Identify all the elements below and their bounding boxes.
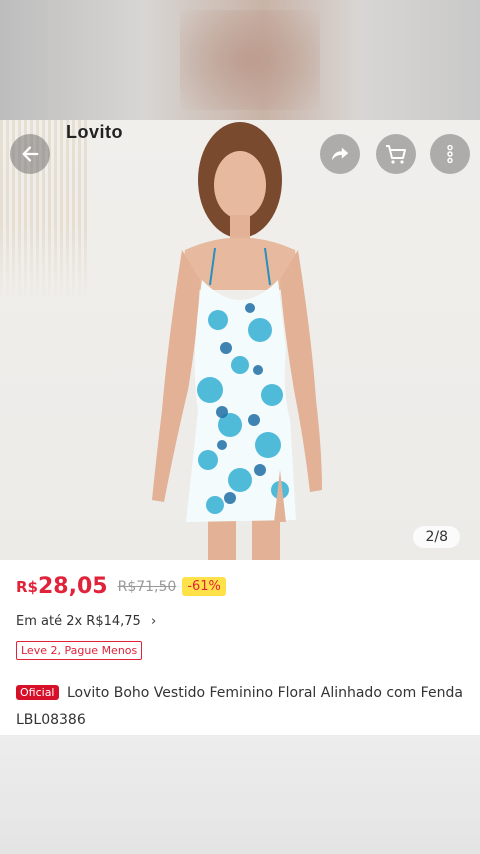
product-title-text: Lovito Boho Vestido Feminino Floral Alin… bbox=[16, 685, 463, 728]
product-photo-model bbox=[152, 122, 322, 560]
cart-icon bbox=[386, 145, 406, 164]
top-blurred-area bbox=[0, 0, 480, 120]
price-row: R$ 28,05 R$71,50 -61% bbox=[16, 574, 226, 599]
image-page-indicator: 2/8 bbox=[413, 526, 460, 548]
product-title: Oficial Lovito Boho Vestido Feminino Flo… bbox=[16, 680, 466, 733]
more-button[interactable] bbox=[430, 134, 470, 174]
back-button[interactable] bbox=[10, 134, 50, 174]
blur-glow bbox=[180, 10, 320, 110]
more-vertical-icon bbox=[447, 144, 453, 164]
currency-symbol: R$ bbox=[16, 577, 38, 596]
chevron-right-icon: › bbox=[150, 614, 157, 629]
product-info-panel: R$ 28,05 R$71,50 -61% Em até 2x R$14,75 … bbox=[0, 560, 480, 735]
share-button[interactable] bbox=[320, 134, 360, 174]
current-price: 28,05 bbox=[38, 574, 108, 599]
original-price: R$71,50 bbox=[117, 578, 177, 595]
bottom-blurred-area bbox=[0, 735, 480, 854]
product-image-gallery[interactable]: Lovito 2/8 bbox=[0, 120, 480, 560]
share-icon bbox=[331, 147, 349, 161]
installments-text: Em até 2x R$14,75 bbox=[16, 614, 141, 629]
official-badge: Oficial bbox=[16, 685, 59, 700]
back-arrow-icon bbox=[22, 146, 39, 162]
discount-badge: -61% bbox=[182, 577, 226, 596]
promo-tag[interactable]: Leve 2, Pague Menos bbox=[16, 641, 143, 660]
cart-button[interactable] bbox=[376, 134, 416, 174]
installments-link[interactable]: Em até 2x R$14,75 › bbox=[16, 614, 156, 629]
